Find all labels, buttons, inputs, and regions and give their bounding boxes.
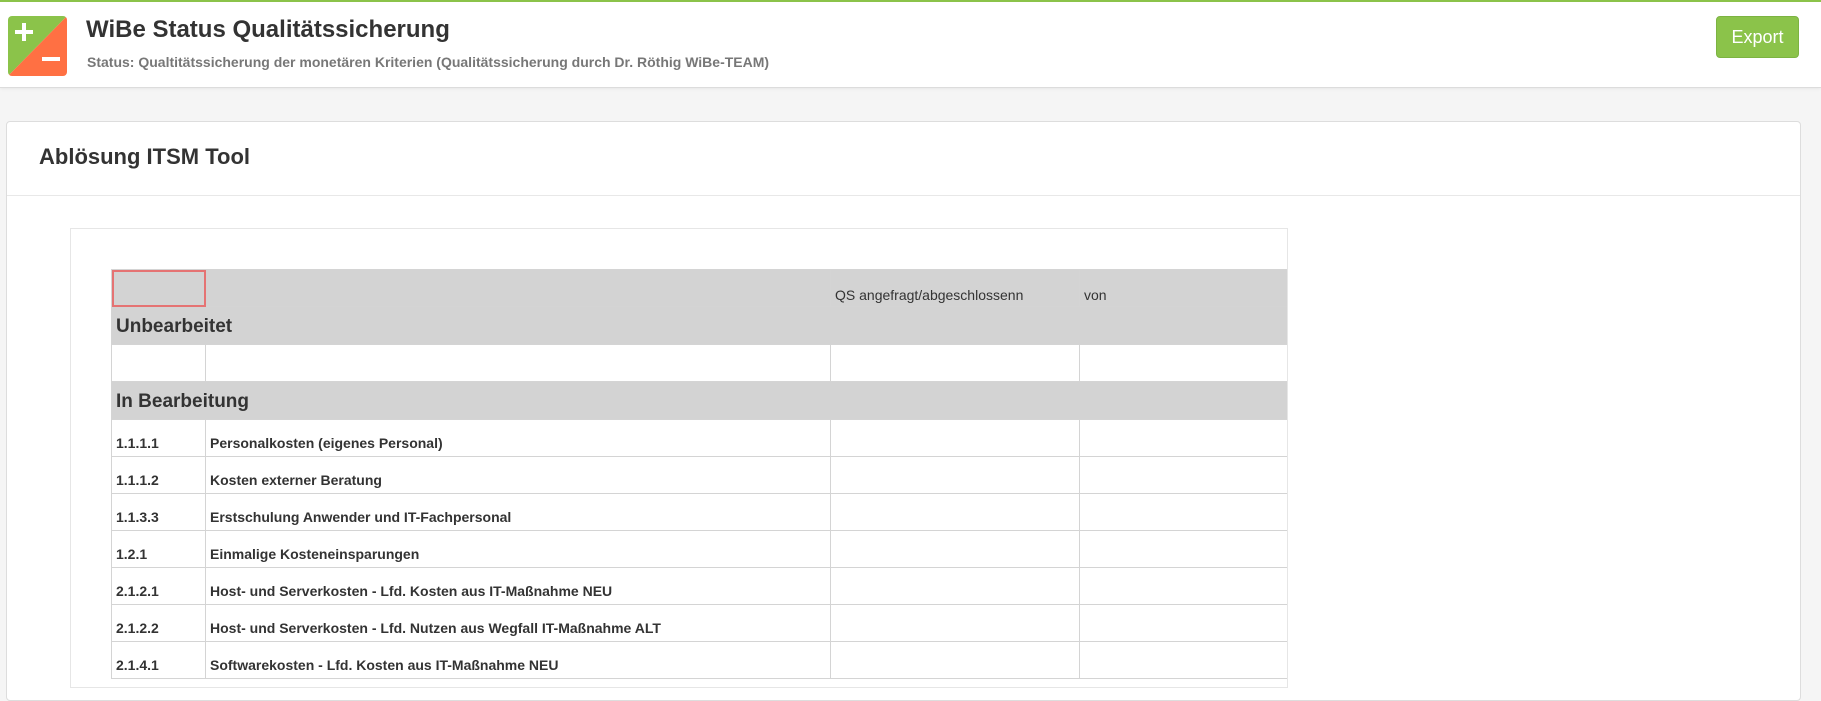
cell-code[interactable]: 2.1.2.1 bbox=[111, 567, 206, 605]
table-row: 2.1.4.1 Softwarekosten - Lfd. Kosten aus… bbox=[111, 641, 1287, 679]
cell-qs[interactable] bbox=[830, 456, 1080, 494]
table-header-row: QS angefragt/abgeschlossenn von bbox=[111, 269, 1287, 307]
cell-qs[interactable] bbox=[830, 530, 1080, 568]
spreadsheet-view[interactable]: QS angefragt/abgeschlossenn von Unbearbe… bbox=[70, 228, 1288, 688]
cell-qs[interactable] bbox=[830, 419, 1080, 457]
section-title[interactable]: Unbearbeitet bbox=[111, 306, 1287, 345]
page-title: WiBe Status Qualitätssicherung bbox=[86, 16, 450, 43]
cell-name[interactable]: Host- und Serverkosten - Lfd. Kosten aus… bbox=[205, 567, 831, 605]
table-row: 2.1.2.2 Host- und Serverkosten - Lfd. Nu… bbox=[111, 604, 1287, 642]
cell-qs[interactable] bbox=[830, 344, 1080, 382]
cell-name[interactable]: Kosten externer Beratung bbox=[205, 456, 831, 494]
section-title[interactable]: In Bearbeitung bbox=[111, 381, 1287, 420]
export-button[interactable]: Export bbox=[1716, 16, 1799, 58]
cell-von[interactable] bbox=[1079, 530, 1287, 568]
section-row: In Bearbeitung bbox=[111, 381, 1287, 420]
cell-name[interactable]: Einmalige Kosteneinsparungen bbox=[205, 530, 831, 568]
cell-name[interactable]: Personalkosten (eigenes Personal) bbox=[205, 419, 831, 457]
cell-code[interactable]: 1.2.1 bbox=[111, 530, 206, 568]
cell-von[interactable] bbox=[1079, 456, 1287, 494]
table-row: 1.1.1.1 Personalkosten (eigenes Personal… bbox=[111, 419, 1287, 457]
cell-von[interactable] bbox=[1079, 344, 1287, 382]
header-cell[interactable] bbox=[205, 269, 831, 307]
section-row: Unbearbeitet bbox=[111, 306, 1287, 345]
panel-title: Ablösung ITSM Tool bbox=[7, 122, 1800, 196]
cell-name[interactable]: Host- und Serverkosten - Lfd. Nutzen aus… bbox=[205, 604, 831, 642]
cell-name[interactable] bbox=[205, 344, 831, 382]
cell-qs[interactable] bbox=[830, 641, 1080, 679]
cell-code[interactable]: 1.1.1.2 bbox=[111, 456, 206, 494]
project-panel: Ablösung ITSM Tool QS angefragt/abgeschl… bbox=[6, 121, 1801, 701]
cell-code[interactable]: 1.1.1.1 bbox=[111, 419, 206, 457]
cell-code[interactable]: 1.1.3.3 bbox=[111, 493, 206, 531]
status-table: QS angefragt/abgeschlossenn von Unbearbe… bbox=[111, 269, 1287, 679]
cell-qs[interactable] bbox=[830, 604, 1080, 642]
header-cell-qs[interactable]: QS angefragt/abgeschlossenn bbox=[830, 269, 1080, 307]
cell-code[interactable]: 2.1.2.2 bbox=[111, 604, 206, 642]
table-row: 2.1.2.1 Host- und Serverkosten - Lfd. Ko… bbox=[111, 567, 1287, 605]
cell-von[interactable] bbox=[1079, 493, 1287, 531]
table-row: 1.1.1.2 Kosten externer Beratung bbox=[111, 456, 1287, 494]
cell-qs[interactable] bbox=[830, 493, 1080, 531]
cell-name[interactable]: Erstschulung Anwender und IT-Fachpersona… bbox=[205, 493, 831, 531]
table-row: 1.1.3.3 Erstschulung Anwender und IT-Fac… bbox=[111, 493, 1287, 531]
table-row bbox=[111, 344, 1287, 382]
status-text: Status: Qualtitätssicherung der monetäre… bbox=[87, 54, 770, 70]
cell-code[interactable] bbox=[111, 344, 206, 382]
cell-code[interactable]: 2.1.4.1 bbox=[111, 641, 206, 679]
app-header: WiBe Status Qualitätssicherung Status: Q… bbox=[0, 0, 1821, 88]
header-cell-von[interactable]: von bbox=[1079, 269, 1287, 307]
cell-name[interactable]: Softwarekosten - Lfd. Kosten aus IT-Maßn… bbox=[205, 641, 831, 679]
cell-von[interactable] bbox=[1079, 567, 1287, 605]
plus-minus-icon bbox=[8, 16, 67, 76]
cell-von[interactable] bbox=[1079, 641, 1287, 679]
cell-von[interactable] bbox=[1079, 419, 1287, 457]
header-cell-selected[interactable] bbox=[111, 269, 206, 307]
cell-von[interactable] bbox=[1079, 604, 1287, 642]
table-row: 1.2.1 Einmalige Kosteneinsparungen bbox=[111, 530, 1287, 568]
cell-qs[interactable] bbox=[830, 567, 1080, 605]
